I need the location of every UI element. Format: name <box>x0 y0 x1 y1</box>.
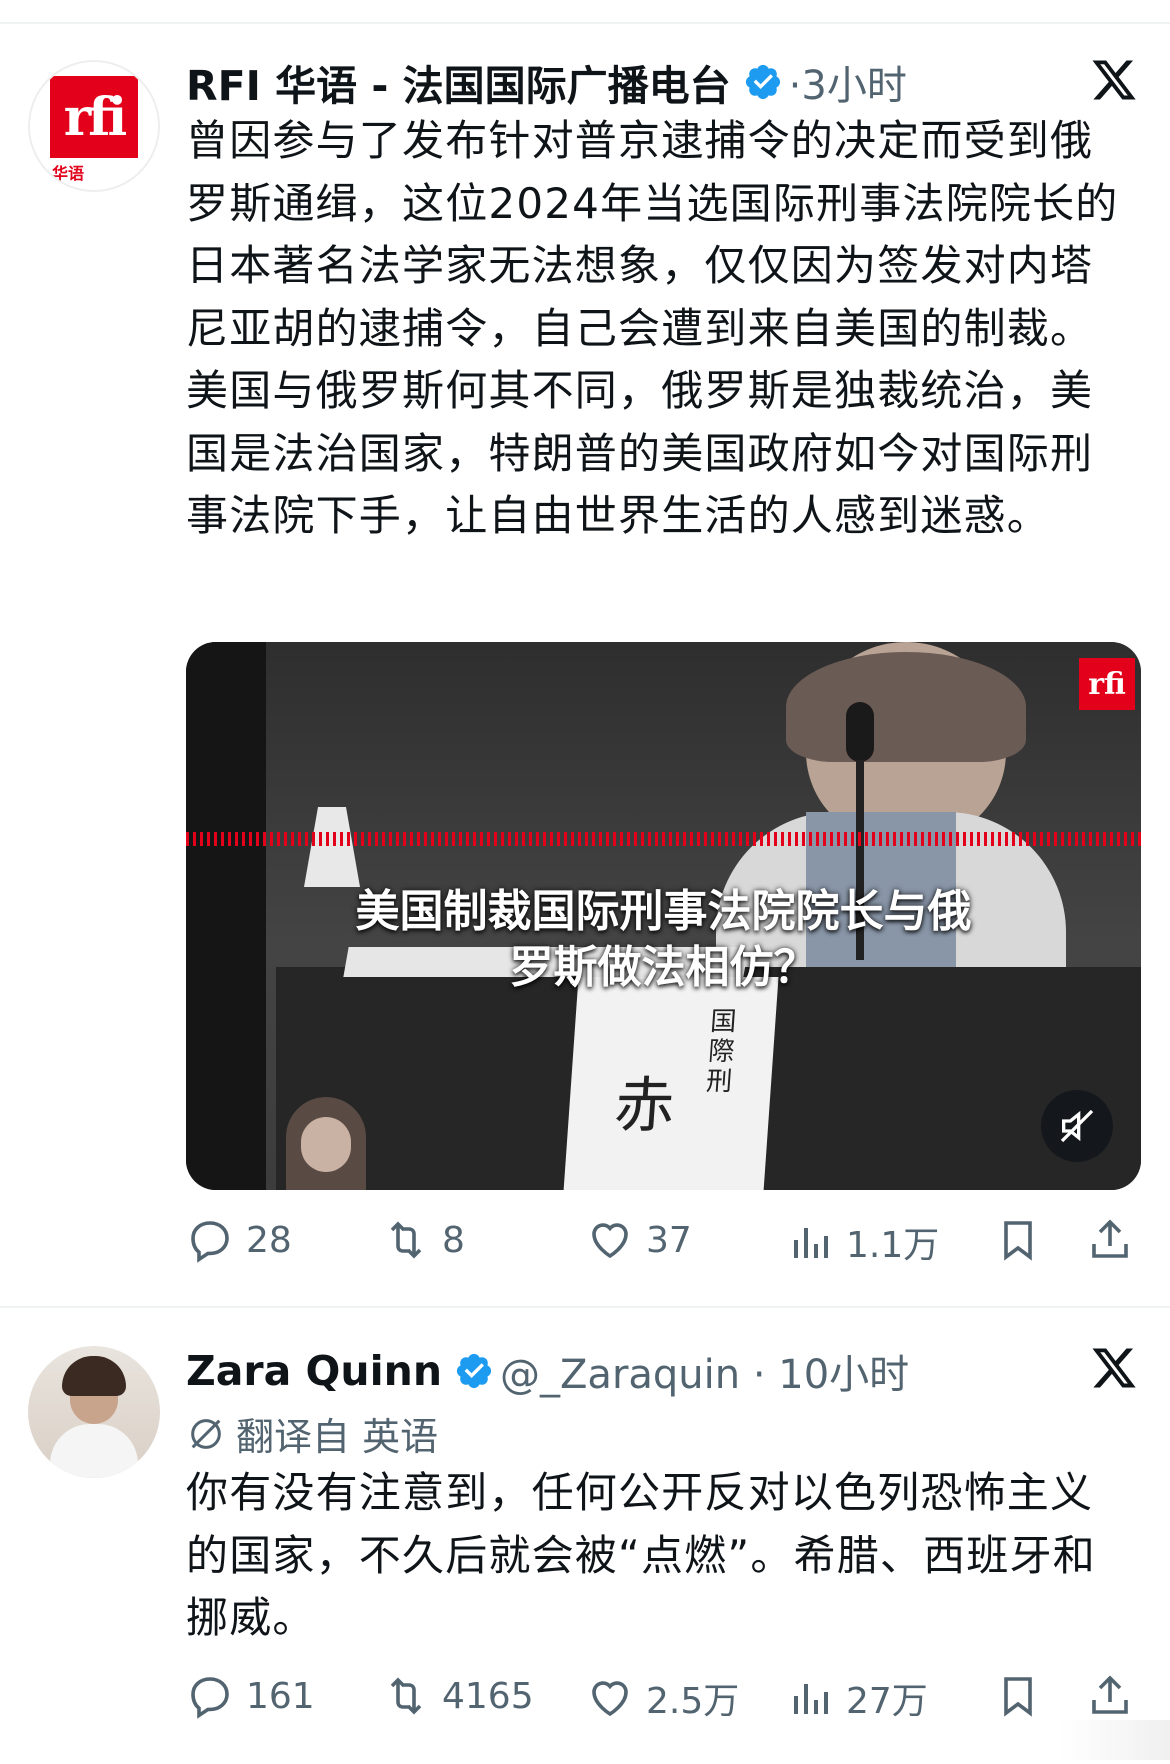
like-icon <box>592 1681 628 1717</box>
retweet-count: 8 <box>442 1219 465 1261</box>
verified-badge-icon <box>745 64 780 100</box>
tweet-timestamp[interactable]: ·3小时 <box>789 53 907 111</box>
rfi-logo: rfi <box>50 76 138 158</box>
bookmark-icon <box>1004 1221 1032 1261</box>
nameplate-character: 赤 <box>612 1071 677 1141</box>
corner-watermark <box>1060 1720 1170 1760</box>
tweet-actions: 161 4165 2.5万 27万 <box>186 1672 1136 1728</box>
verified-badge-icon <box>456 1353 492 1389</box>
mute-button[interactable] <box>1041 1090 1113 1162</box>
like-icon <box>592 1223 628 1259</box>
share-icon <box>1092 1219 1128 1258</box>
reply-button[interactable]: 161 <box>186 1672 315 1720</box>
video-caption-line-1: 美国制裁国际刑事法院院长与俄 <box>355 886 972 937</box>
retweet-button[interactable]: 8 <box>382 1216 465 1264</box>
tweet-handle-timestamp[interactable]: @_Zaraquin · 10小时 <box>500 1342 909 1400</box>
x-logo-icon[interactable] <box>1088 1344 1140 1392</box>
bookmark-icon <box>1004 1677 1032 1717</box>
translated-from[interactable]: 翻译自 英语 <box>186 1406 438 1461</box>
avatar-hair <box>62 1356 126 1396</box>
author-name[interactable]: RFI 华语 - 法国国际广播电台 <box>186 52 731 112</box>
retweet-button[interactable]: 4165 <box>382 1672 534 1720</box>
rfi-logo-subtitle: 华语 <box>52 164 85 183</box>
speaker-hair <box>786 652 1026 762</box>
retweet-icon <box>390 1221 422 1259</box>
audio-waveform <box>186 832 1141 846</box>
retweet-count: 4165 <box>442 1675 534 1717</box>
top-divider <box>0 22 1170 24</box>
views-count: 1.1万 <box>846 1225 940 1266</box>
views-button[interactable]: 1.1万 <box>786 1216 939 1268</box>
avatar-rfi[interactable]: rfi 华语 <box>28 60 160 192</box>
like-count: 37 <box>646 1219 692 1261</box>
bookmark-button[interactable] <box>994 1216 1042 1264</box>
bookmark-button[interactable] <box>994 1672 1042 1720</box>
microphone <box>846 702 874 762</box>
views-button[interactable]: 27万 <box>786 1672 928 1724</box>
avatar-jacket <box>50 1424 138 1478</box>
views-icon <box>794 1228 828 1258</box>
reply-count: 28 <box>246 1219 292 1261</box>
reply-count: 161 <box>246 1675 315 1717</box>
tweet-divider <box>0 1306 1170 1308</box>
mute-icon <box>1060 1109 1094 1143</box>
tweet-header: RFI 华语 - 法国国际广播电台 ·3小时 <box>186 52 907 112</box>
views-icon <box>794 1684 828 1714</box>
share-button[interactable] <box>1086 1672 1134 1720</box>
avatar-zara[interactable] <box>28 1346 160 1478</box>
tweet-actions: 28 8 37 1.1万 <box>186 1216 1136 1272</box>
inset-speaker-face <box>301 1117 351 1172</box>
like-count: 2.5万 <box>646 1681 740 1722</box>
author-name[interactable]: Zara Quinn <box>186 1347 442 1395</box>
translated-label: 翻译自 英语 <box>236 1415 439 1459</box>
nameplate: 赤 国際刑 <box>563 977 779 1190</box>
like-button[interactable]: 2.5万 <box>586 1672 739 1724</box>
share-button[interactable] <box>1086 1216 1134 1264</box>
reply-icon <box>191 1677 229 1719</box>
tweet-text: 你有没有注意到，任何公开反对以色列恐怖主义的国家，不久后就会被“点燃”。希腊、西… <box>186 1468 1096 1642</box>
reply-button[interactable]: 28 <box>186 1216 292 1264</box>
tweet-text: 曾因参与了发布针对普京逮捕令的决定而受到俄罗斯通缉，这位2024年当选国际刑事法… <box>186 116 1119 540</box>
video-caption-line-2: 罗斯做法相仿？ <box>509 942 818 993</box>
translate-icon <box>191 1418 221 1449</box>
tweet-video[interactable]: 赤 国際刑 rfi 美国制裁国际刑事法院院长与俄 罗斯做法相仿？ <box>186 642 1141 1190</box>
nameplate-side-text: 国際刑 <box>705 1007 738 1097</box>
views-count: 27万 <box>846 1681 928 1722</box>
tweet-header: Zara Quinn @_Zaraquin · 10小时 <box>186 1342 909 1400</box>
share-icon <box>1092 1675 1128 1714</box>
x-logo-icon[interactable] <box>1088 56 1140 104</box>
video-rfi-badge: rfi <box>1079 658 1135 710</box>
like-button[interactable]: 37 <box>586 1216 692 1264</box>
reply-icon <box>191 1221 229 1263</box>
retweet-icon <box>390 1677 422 1715</box>
